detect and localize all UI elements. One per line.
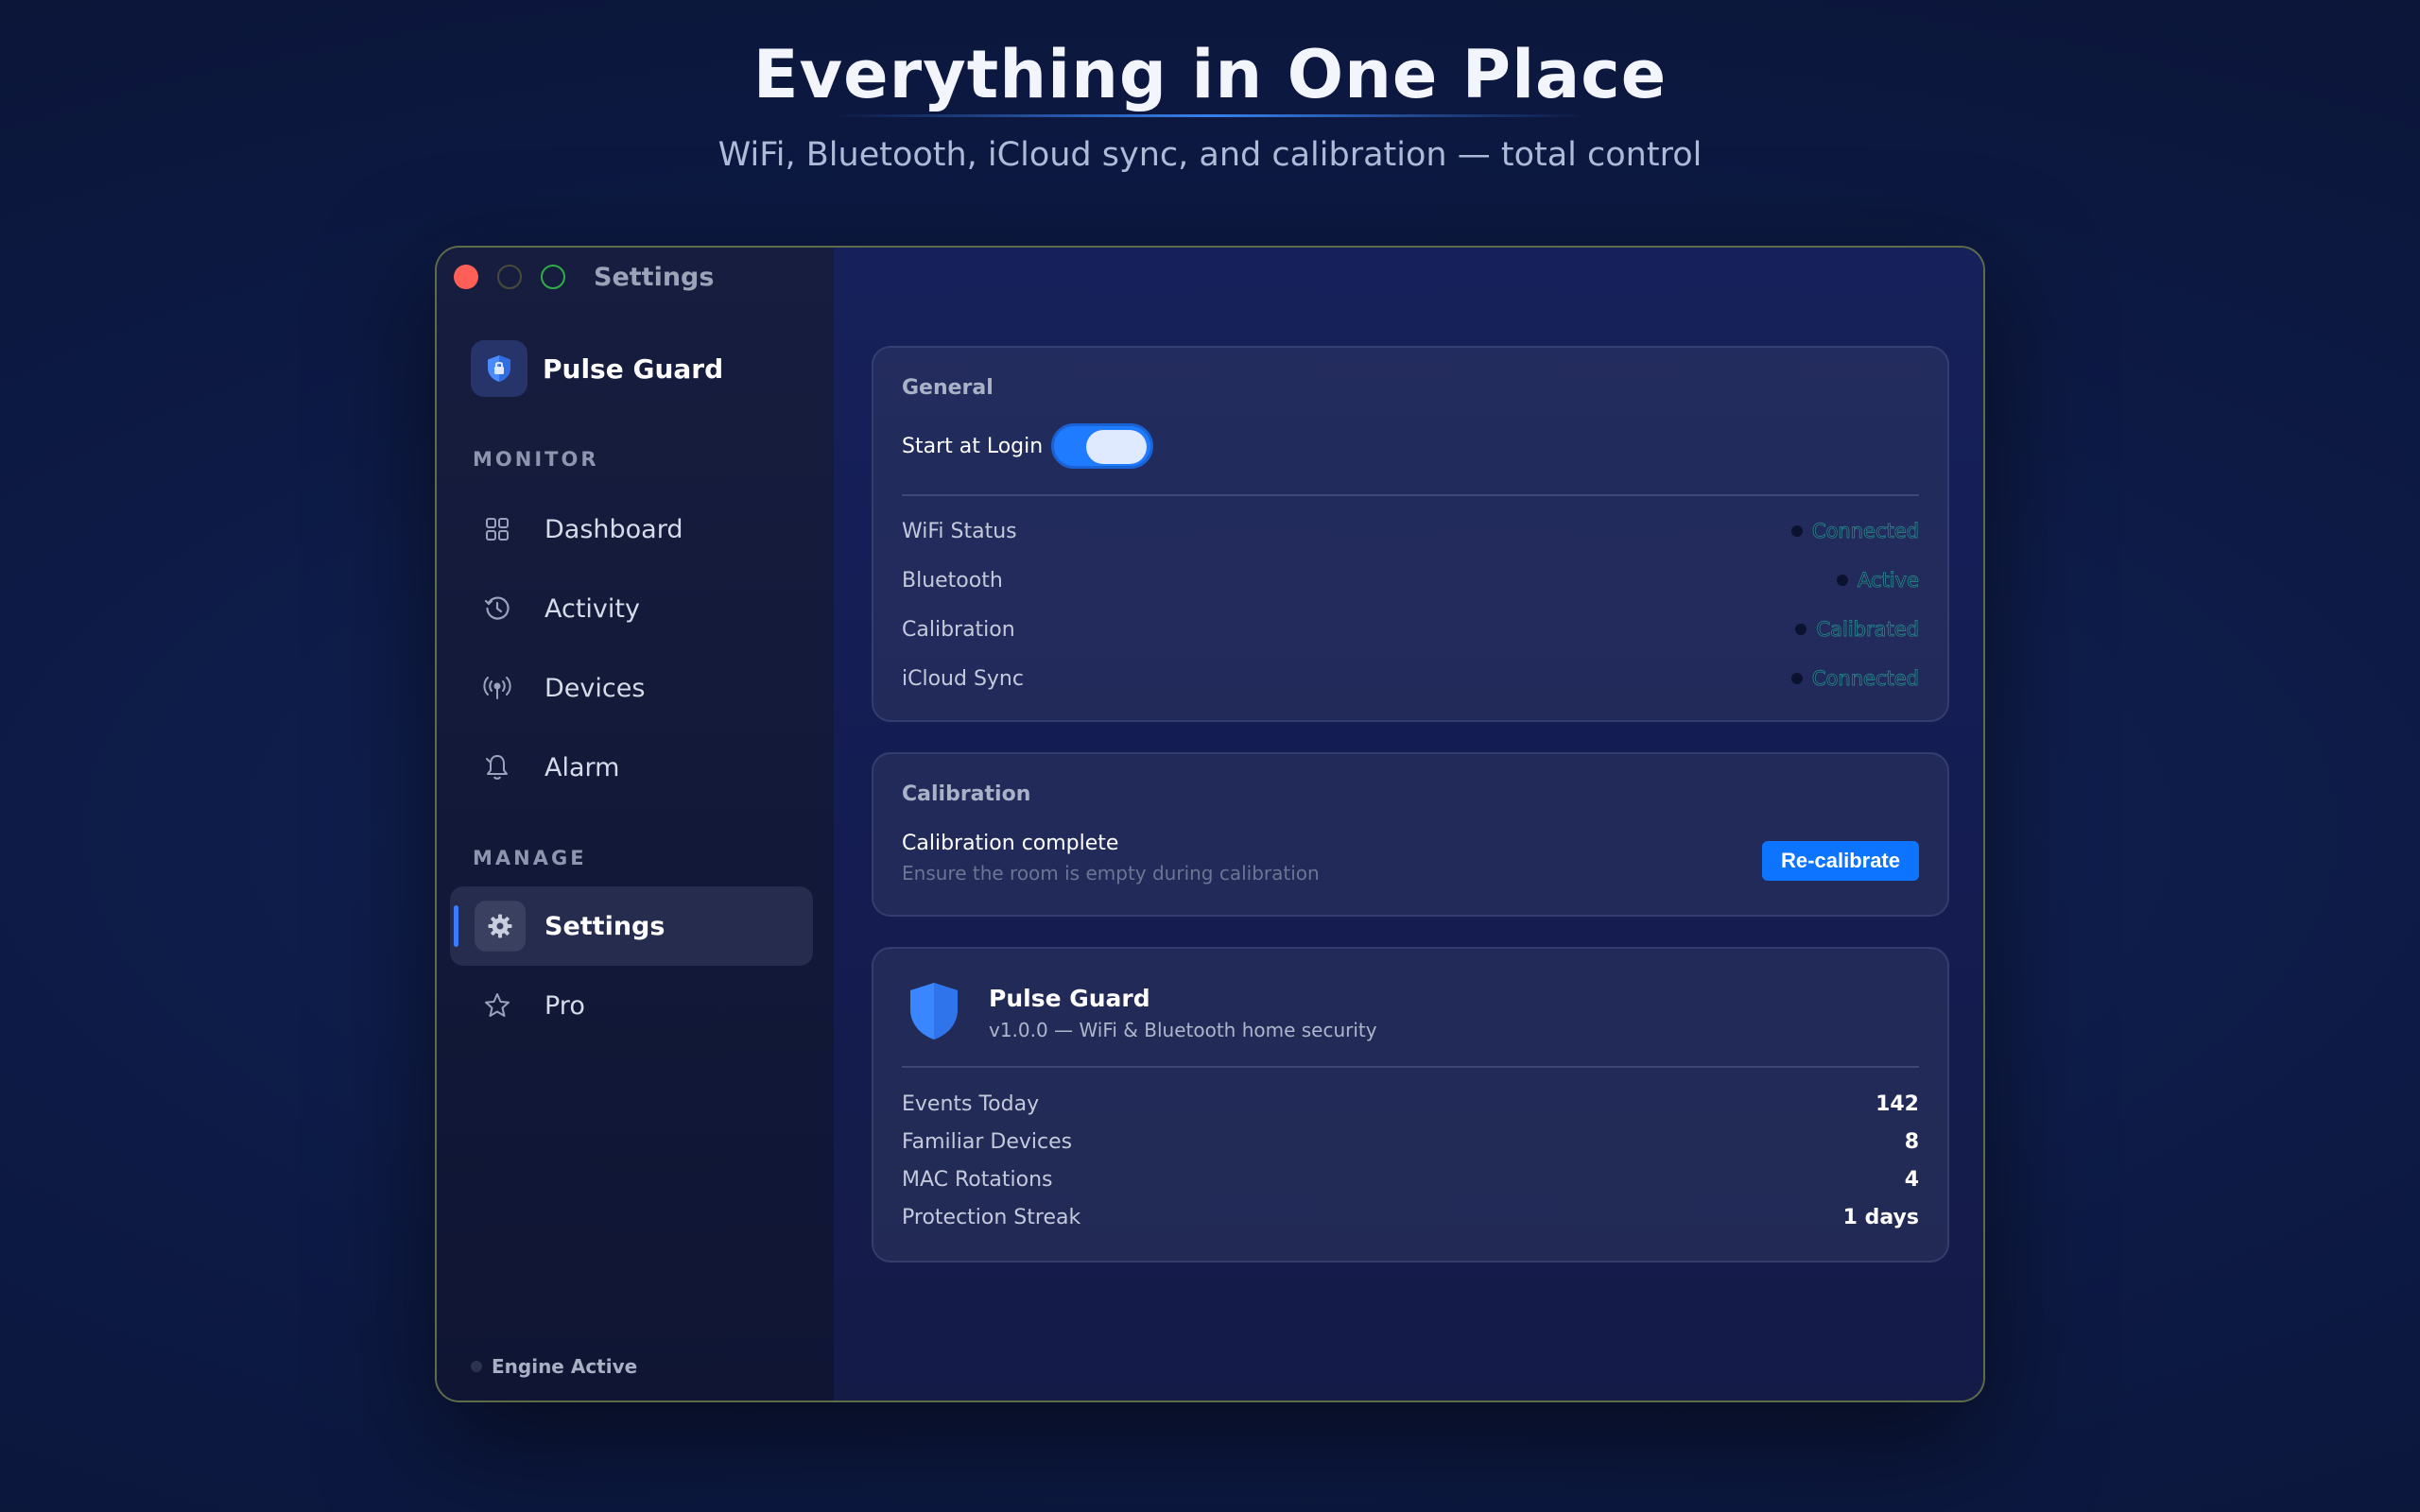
protection-streak-label: Protection Streak [902,1206,1081,1229]
familiar-devices-value: 8 [1904,1130,1919,1154]
bluetooth-label: Bluetooth [902,569,1003,593]
hero-subtitle: WiFi, Bluetooth, iCloud sync, and calibr… [717,136,1703,174]
antenna-icon [482,673,512,703]
card-title: General [902,376,994,400]
sidebar-item-label: Devices [544,673,646,703]
protection-streak-value: 1 days [1842,1206,1919,1229]
sidebar-item-devices[interactable]: Devices [450,648,813,728]
divider [902,1066,1919,1068]
calibration-card: Calibration Calibration complete Ensure … [872,752,1949,917]
calibration-status: Calibration complete [902,832,1119,855]
section-label-monitor: MONITOR [473,448,599,471]
calibration-status-value: Calibrated [1795,618,1920,642]
start-at-login-toggle[interactable] [1051,423,1153,469]
sidebar-item-activity[interactable]: Activity [450,569,813,648]
gear-icon [475,901,526,952]
status-text: Connected [1811,667,1919,691]
toggle-knob [1086,430,1147,464]
shield-icon [471,340,527,397]
status-dot-icon [1790,673,1803,684]
star-icon [482,990,512,1021]
mac-rotations-label: MAC Rotations [902,1168,1053,1192]
about-card: Pulse Guard v1.0.0 — WiFi & Bluetooth ho… [872,947,1949,1263]
divider [902,494,1919,496]
settings-window: Settings Pulse Guard MONITOR Dashboard A… [435,246,1985,1402]
maximize-window-button[interactable] [541,265,565,289]
bluetooth-status-value: Active [1837,569,1920,593]
recalibrate-button[interactable]: Re-calibrate [1762,841,1919,881]
sidebar-item-dashboard[interactable]: Dashboard [450,490,813,569]
close-window-button[interactable] [454,265,478,289]
active-indicator [454,905,458,947]
brand-name: Pulse Guard [543,353,724,385]
events-today-value: 142 [1876,1092,1919,1116]
bell-icon [482,752,512,782]
sidebar-item-pro[interactable]: Pro [450,966,813,1045]
card-title: Calibration [902,782,1031,806]
sidebar-item-label: Dashboard [544,514,683,544]
sidebar-item-settings[interactable]: Settings [450,886,813,966]
status-dot-icon [1795,624,1807,635]
sidebar-item-label: Settings [544,911,666,941]
engine-status-label: Engine Active [492,1355,638,1378]
general-card: General Start at Login WiFi Status Conne… [872,346,1949,722]
sidebar: Settings Pulse Guard MONITOR Dashboard A… [437,248,834,1400]
mac-rotations-value: 4 [1904,1168,1919,1192]
sidebar-item-label: Pro [544,990,585,1021]
status-text: Calibrated [1816,618,1920,642]
status-text: Active [1858,569,1920,593]
main-content: General Start at Login WiFi Status Conne… [834,248,1983,1400]
minimize-window-button[interactable] [497,265,522,289]
start-at-login-label: Start at Login [902,435,1044,458]
icloud-sync-label: iCloud Sync [902,667,1024,691]
calibration-label: Calibration [902,618,1015,642]
hero-underline [832,114,1588,117]
hero-title: Everything in One Place [752,36,1668,113]
wifi-status-label: WiFi Status [902,520,1017,543]
history-icon [482,593,512,624]
section-label-manage: MANAGE [473,847,587,869]
wifi-status-value: Connected [1790,520,1920,543]
icloud-sync-status-value: Connected [1790,667,1920,691]
events-today-label: Events Today [902,1092,1040,1116]
status-dot-icon [1837,575,1849,586]
about-version: v1.0.0 — WiFi & Bluetooth home security [989,1019,1377,1041]
familiar-devices-label: Familiar Devices [902,1130,1073,1154]
engine-status: Engine Active [471,1355,637,1378]
status-text: Connected [1811,520,1919,543]
about-app-name: Pulse Guard [989,985,1150,1012]
status-dot-icon [471,1361,482,1372]
sidebar-item-alarm[interactable]: Alarm [450,728,813,807]
grid-icon [482,514,512,544]
sidebar-item-label: Alarm [544,752,620,782]
sidebar-item-label: Activity [544,593,640,624]
calibration-hint: Ensure the room is empty during calibrat… [902,862,1320,885]
window-title: Settings [594,263,715,292]
shield-icon [908,981,960,1045]
status-dot-icon [1790,525,1803,537]
